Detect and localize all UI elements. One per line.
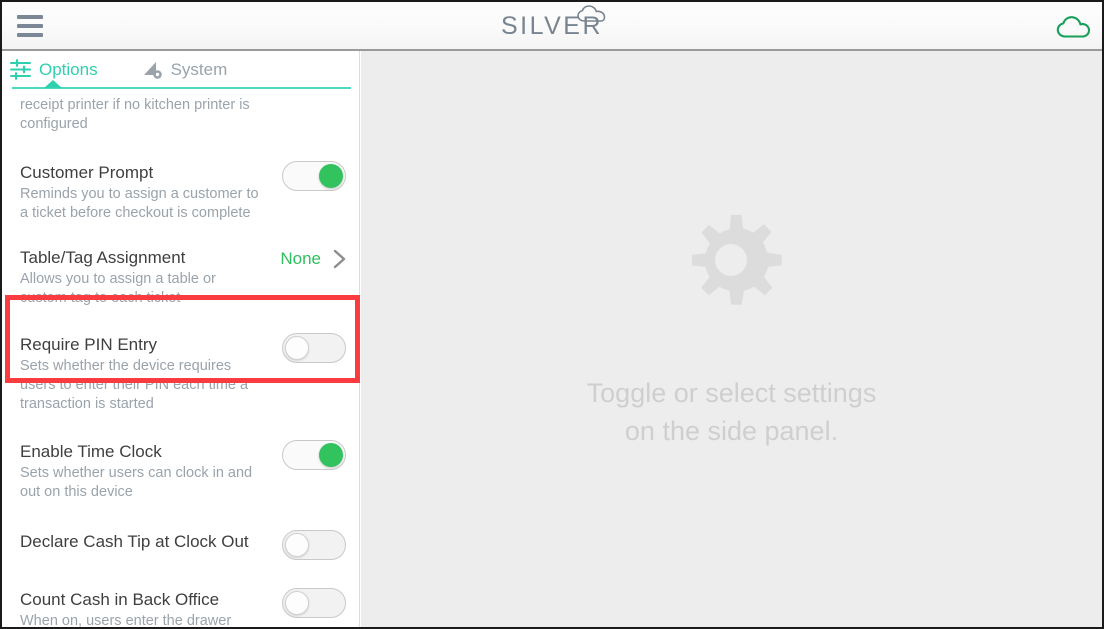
setting-title: Declare Cash Tip at Clock Out	[20, 532, 249, 551]
empty-state-line-1: Toggle or select settings	[586, 377, 877, 408]
toggle-knob	[319, 164, 343, 188]
setting-description: receipt printer if no kitchen printer is…	[20, 97, 250, 132]
setting-description: Sets whether the device requires users t…	[20, 358, 249, 412]
empty-state-line-2: on the side panel.	[624, 415, 839, 446]
gear-icon	[672, 209, 790, 332]
setting-title: Enable Time Clock	[20, 442, 162, 461]
setting-toggle[interactable]	[282, 530, 346, 560]
setting-title: Count Cash in Back Office	[20, 590, 220, 609]
setting-toggle[interactable]	[282, 440, 346, 470]
tab-system[interactable]: System	[98, 51, 228, 88]
signal-gear-icon	[143, 62, 162, 79]
app-header: SILVER	[2, 2, 1102, 51]
list-item[interactable]: receipt printer if no kitchen printer is…	[2, 89, 359, 134]
settings-list[interactable]: receipt printer if no kitchen printer is…	[2, 89, 359, 627]
list-item[interactable]: Table/Tag Assignment Allows you to assig…	[2, 223, 359, 308]
setting-title: Customer Prompt	[20, 163, 154, 182]
toggle-knob	[319, 443, 343, 467]
hamburger-menu-icon[interactable]	[2, 2, 52, 50]
list-item[interactable]: Require PIN Entry Sets whether the devic…	[2, 308, 359, 414]
app-window: SILVER Options System receipt printer if…	[0, 0, 1104, 629]
hamburger-bar	[17, 32, 43, 37]
toggle-knob	[285, 336, 309, 360]
list-item[interactable]: Customer Prompt Reminds you to assign a …	[2, 134, 359, 223]
tab-options-label: Options	[39, 59, 98, 79]
sidebar-tabs: Options System	[2, 51, 359, 89]
list-item[interactable]: Count Cash in Back Office When on, users…	[2, 560, 359, 627]
list-item[interactable]: Enable Time Clock Sets whether users can…	[2, 414, 359, 502]
setting-value: None	[280, 249, 321, 268]
chevron-right-icon	[333, 249, 346, 269]
setting-value-control[interactable]: None	[280, 245, 346, 269]
brand-logo-area: SILVER	[2, 2, 1102, 51]
hamburger-bar	[17, 23, 43, 28]
empty-state-message: Toggle or select settings on the side pa…	[587, 374, 877, 450]
hamburger-bar	[17, 14, 43, 19]
cloud-icon[interactable]	[1056, 13, 1090, 39]
setting-description: When on, users enter the drawer count in…	[20, 613, 232, 627]
settings-sidebar: Options System receipt printer if no kit…	[2, 51, 360, 627]
tune-sliders-icon	[10, 59, 31, 80]
setting-description: Allows you to assign a table or custom t…	[20, 271, 216, 306]
setting-toggle[interactable]	[282, 161, 346, 191]
setting-toggle[interactable]	[282, 588, 346, 618]
active-tab-caret	[44, 80, 62, 88]
main-content-panel: Toggle or select settings on the side pa…	[361, 51, 1102, 627]
setting-toggle[interactable]	[282, 333, 346, 363]
setting-title: Require PIN Entry	[20, 335, 157, 354]
toggle-knob	[285, 533, 309, 557]
sidebar-divider	[359, 51, 360, 627]
setting-description: Sets whether users can clock in and out …	[20, 465, 253, 500]
tab-system-label: System	[170, 59, 228, 79]
cloud-icon	[577, 5, 606, 22]
brand-logo: SILVER	[501, 5, 606, 39]
list-item[interactable]: Declare Cash Tip at Clock Out	[2, 502, 359, 560]
toggle-knob	[285, 591, 309, 615]
setting-title: Table/Tag Assignment	[20, 248, 186, 267]
setting-description: Reminds you to assign a customer to a ti…	[20, 186, 259, 221]
